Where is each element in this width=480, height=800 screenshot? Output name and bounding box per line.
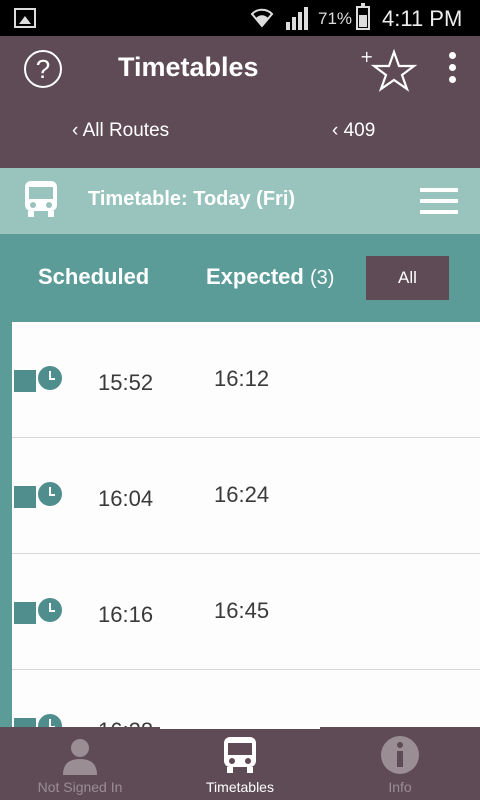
status-bar: 71% 4:11 PM (0, 0, 480, 36)
scheduled-time: 16:04 (98, 486, 154, 511)
list-item[interactable]: 15:52 16:12 (0, 322, 480, 438)
expected-time: 16:24 (214, 482, 270, 507)
nav-label: Info (388, 779, 412, 795)
svg-text:+: + (360, 48, 373, 66)
nav-label: Timetables (206, 779, 274, 795)
nav-info[interactable]: Info (320, 727, 480, 800)
row-stripe (0, 438, 12, 554)
person-icon (63, 739, 97, 775)
stop-icon (14, 486, 36, 508)
chevron-left-icon: ‹ (332, 120, 344, 141)
bottom-nav: Not Signed In Timetables Info (0, 725, 480, 800)
expected-time: 16:12 (214, 366, 270, 391)
chevron-left-icon: ‹ (72, 120, 83, 141)
scheduled-time: 16:28 (98, 718, 153, 727)
bus-icon (25, 181, 57, 217)
nav-timetables[interactable]: Timetables (160, 727, 320, 800)
list-item[interactable]: 16:16 16:45 (0, 554, 480, 670)
nav-label: Not Signed In (37, 779, 123, 795)
tab-bar: Scheduled Expected (3) All (0, 234, 480, 322)
back-all-routes-link[interactable]: ‹ All Routes (72, 120, 169, 142)
scheduled-time: 15:52 (98, 370, 154, 395)
signal-icon (286, 7, 308, 30)
clock: 4:11 PM (382, 6, 463, 31)
expected-time: 16:45 (214, 598, 270, 623)
stop-icon (14, 718, 36, 727)
nav-not-signed-in[interactable]: Not Signed In (0, 727, 160, 800)
clock-icon (38, 598, 62, 622)
battery-icon (356, 3, 370, 30)
timetable-list: 15:52 16:12 16:04 16:24 16:16 16:45 16:2… (0, 322, 480, 727)
app-header: ? Timetables + ‹ All Routes ‹ 409 (0, 36, 480, 168)
scheduled-time: 16:16 (98, 602, 154, 627)
row-stripe (0, 322, 12, 438)
clock-icon (38, 366, 62, 390)
stop-icon (14, 602, 36, 624)
info-icon (381, 736, 419, 774)
battery-percent: 71% (318, 9, 353, 28)
menu-icon[interactable] (420, 188, 458, 214)
stop-icon (14, 370, 36, 392)
tab-scheduled[interactable]: Scheduled (38, 264, 149, 290)
more-options-icon[interactable] (444, 52, 460, 88)
expected-count: (3) (309, 267, 335, 289)
clock-icon (38, 714, 62, 727)
help-icon[interactable]: ? (24, 50, 62, 88)
all-button[interactable]: All (366, 256, 449, 300)
list-item[interactable]: 16:04 16:24 (0, 438, 480, 554)
tab-expected[interactable]: Expected (3) (206, 264, 334, 290)
timetable-label: Timetable: Today (Fri) (88, 188, 296, 210)
clock-icon (38, 482, 62, 506)
gallery-icon (14, 8, 36, 28)
wifi-icon (250, 8, 274, 28)
back-route-link[interactable]: ‹ 409 (332, 120, 375, 142)
timetable-bar: Timetable: Today (Fri) (0, 168, 480, 234)
page-title: Timetables (118, 52, 259, 82)
row-stripe (0, 670, 12, 727)
bus-icon (224, 737, 256, 773)
row-stripe (0, 554, 12, 670)
list-item[interactable]: 16:28 - (0, 670, 480, 727)
add-favorite-icon[interactable]: + (360, 48, 418, 92)
